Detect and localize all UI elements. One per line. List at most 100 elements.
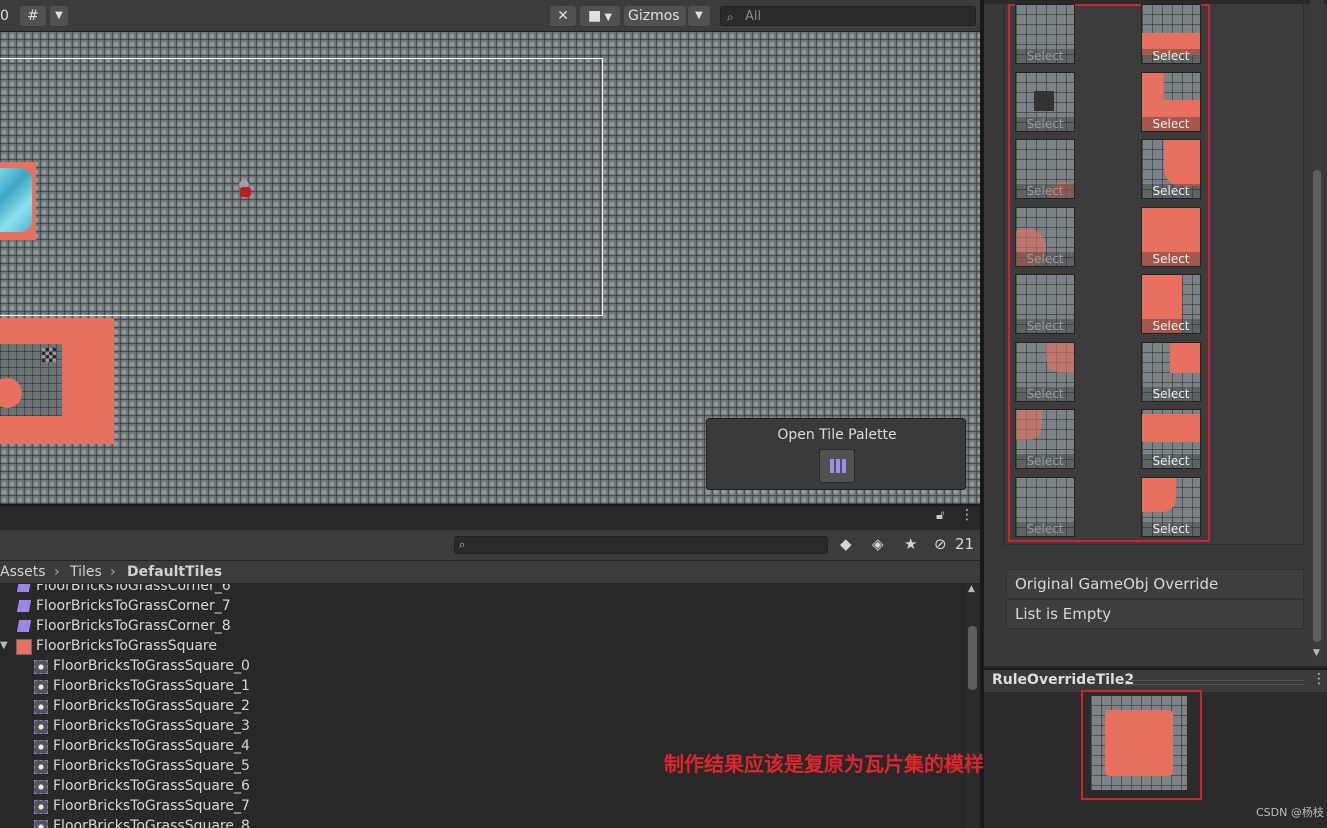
open-tile-palette-overlay: Open Tile Palette xyxy=(706,418,966,490)
inspector-scrollbar-thumb[interactable] xyxy=(1313,170,1321,642)
select-label[interactable]: Select xyxy=(1142,117,1200,131)
rule-tile-icon xyxy=(16,620,32,632)
project-search-field[interactable]: ⌕ xyxy=(454,536,828,554)
original-sprite-7[interactable]: Select xyxy=(1015,409,1075,469)
breadcrumb-defaulttiles[interactable]: DefaultTiles xyxy=(127,561,222,583)
scroll-up-icon[interactable]: ▲ xyxy=(968,584,975,594)
sprite-icon xyxy=(34,780,48,794)
scroll-down-icon[interactable]: ▼ xyxy=(1313,648,1320,658)
sprite-icon xyxy=(34,720,48,734)
annotation-text: 制作结果应该是复原为瓦片集的模样 xyxy=(664,752,984,776)
override-sprite-7[interactable]: Select xyxy=(1141,409,1201,469)
gizmos-button[interactable]: Gizmos xyxy=(624,6,686,26)
floor-square-tiles xyxy=(0,318,114,444)
preview-header[interactable]: RuleOverrideTile2 ⋮ xyxy=(984,668,1327,692)
original-sprite-4[interactable]: Select xyxy=(1015,207,1075,267)
sprite-shape xyxy=(1034,91,1054,111)
project-scrollbar-thumb[interactable] xyxy=(968,626,977,690)
watermark: CSDN @杨枝 xyxy=(1256,806,1324,819)
search-icon: ⌕ xyxy=(727,10,734,24)
scene-search-field[interactable]: ⌕ All xyxy=(720,6,976,26)
breadcrumb: Assets › Tiles › DefaultTiles xyxy=(0,560,980,584)
select-label[interactable]: Select xyxy=(1016,454,1074,468)
project-scrollbar[interactable]: ▲ xyxy=(966,584,980,828)
select-label[interactable]: Select xyxy=(1142,387,1200,401)
scene-view[interactable]: Open Tile Palette xyxy=(0,32,980,504)
project-toolbar: ⌕ ◆ ◈ ★ ⊘ 21 xyxy=(0,530,980,560)
open-tile-palette-button[interactable] xyxy=(819,449,855,483)
hidden-packages-icon[interactable]: ⊘ xyxy=(934,535,947,553)
breadcrumb-tiles[interactable]: Tiles xyxy=(70,561,102,583)
select-label[interactable]: Select xyxy=(1142,184,1200,198)
sprite-icon xyxy=(34,820,48,828)
tools-button[interactable]: ✕ xyxy=(550,6,576,26)
select-label[interactable]: Select xyxy=(1016,49,1074,63)
override-sprite-3[interactable]: Select xyxy=(1141,139,1201,199)
favorites-star-icon[interactable]: ★ xyxy=(904,535,917,553)
original-sprite-3[interactable]: Select xyxy=(1015,139,1075,199)
override-sprite-1[interactable]: Select xyxy=(1141,4,1201,64)
rule-tile-icon xyxy=(16,600,32,612)
select-label[interactable]: Select xyxy=(1016,319,1074,333)
sprite-icon xyxy=(34,660,48,674)
select-label[interactable]: Select xyxy=(1142,454,1200,468)
gizmos-dropdown-button[interactable]: ▼ xyxy=(688,6,710,26)
gameobject-override-header: Original GameObj Override GameObject xyxy=(1006,569,1304,621)
floor-square-inner xyxy=(0,344,62,416)
original-sprite-5[interactable]: Select xyxy=(1015,274,1075,334)
select-label[interactable]: Select xyxy=(1142,252,1200,266)
breadcrumb-separator-icon: › xyxy=(110,564,116,580)
sprite-shape xyxy=(1164,140,1200,186)
select-label[interactable]: Select xyxy=(1016,184,1074,198)
sprite-shape xyxy=(1170,343,1200,373)
kebab-menu-icon[interactable]: ⋮ xyxy=(1312,671,1326,687)
palette-grid-icon xyxy=(830,459,846,473)
select-label[interactable]: Select xyxy=(1016,252,1074,266)
sprite-shape xyxy=(1142,478,1176,512)
chevron-down-icon: ▼ xyxy=(695,10,703,21)
sprite-shape xyxy=(1142,414,1200,442)
chevron-down-icon: ▼ xyxy=(601,12,613,23)
override-sprite-5[interactable]: Select xyxy=(1141,274,1201,334)
breadcrumb-separator-icon: › xyxy=(54,564,60,580)
sprite-icon xyxy=(34,760,48,774)
lock-icon[interactable]: 🔓︎ xyxy=(936,508,944,523)
grid-dropdown-button[interactable]: ▼ xyxy=(50,6,68,26)
select-label[interactable]: Select xyxy=(1142,522,1200,536)
search-input[interactable]: All xyxy=(745,7,761,27)
preview-header-divider xyxy=(1124,680,1304,685)
asset-list: FloorBricksToGrassCorner_6 FloorBricksTo… xyxy=(0,584,965,828)
override-sprite-8[interactable]: Select xyxy=(1141,477,1201,537)
camera-icon: ■ xyxy=(587,8,602,24)
original-sprite-6[interactable]: Select xyxy=(1015,342,1075,402)
original-sprite-2[interactable]: Select xyxy=(1015,72,1075,132)
chevron-down-icon: ▼ xyxy=(55,10,63,21)
kebab-menu-icon[interactable]: ⋮ xyxy=(960,507,974,523)
filter-by-type-icon[interactable]: ◆ xyxy=(840,535,852,553)
override-sprite-2[interactable]: Select xyxy=(1141,72,1201,132)
project-tab-bar: 🔓︎ ⋮ xyxy=(0,504,980,528)
select-label[interactable]: Select xyxy=(1142,319,1200,333)
select-label[interactable]: Select xyxy=(1142,49,1200,63)
original-sprite-8[interactable]: Select xyxy=(1015,477,1075,537)
select-label[interactable]: Select xyxy=(1016,522,1074,536)
filter-by-label-icon[interactable]: ◈ xyxy=(872,535,884,553)
select-label[interactable]: Select xyxy=(1016,387,1074,401)
override-sprite-4[interactable]: Select xyxy=(1141,207,1201,267)
inspector-scrollbar[interactable]: ▼ xyxy=(1310,0,1324,666)
grid-snap-button[interactable]: # xyxy=(20,6,46,26)
select-label[interactable]: Select xyxy=(1016,117,1074,131)
hidden-packages-count: 21 xyxy=(955,535,975,553)
collapse-arrow-icon[interactable]: ▼ xyxy=(0,636,8,656)
override-sprite-6[interactable]: Select xyxy=(1141,342,1201,402)
sprite-icon xyxy=(34,680,48,694)
rule-tile-icon xyxy=(16,584,32,592)
search-icon: ⌕ xyxy=(459,538,466,551)
original-sprite-1[interactable]: Select xyxy=(1015,4,1075,64)
breadcrumb-assets[interactable]: Assets xyxy=(0,561,46,583)
camera-dropdown-button[interactable]: ■ ▼ xyxy=(580,6,620,26)
sprite-shape xyxy=(1016,410,1042,440)
tools-icon: ✕ xyxy=(557,8,569,24)
player-character[interactable] xyxy=(236,178,252,198)
water-tile xyxy=(0,162,36,240)
